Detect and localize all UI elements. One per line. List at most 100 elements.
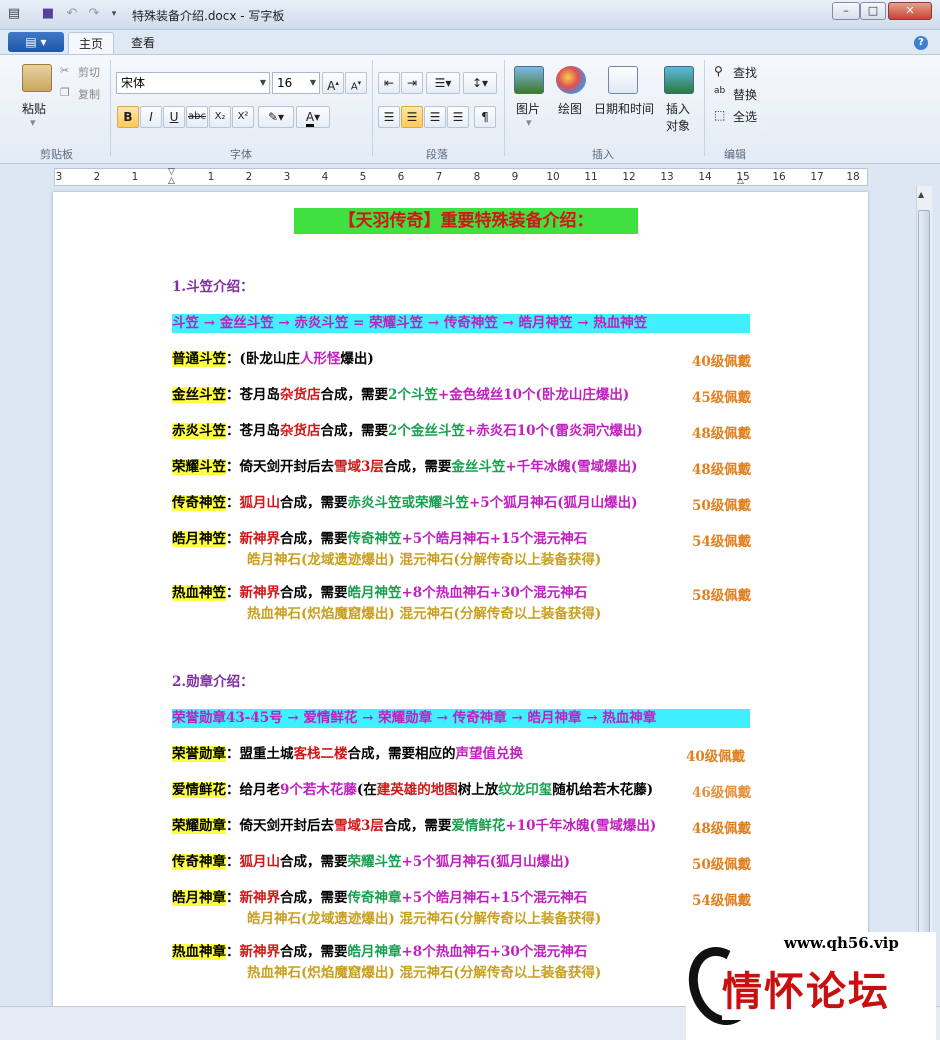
- copy-icon[interactable]: ❐: [60, 86, 70, 99]
- list-item: 传奇神笠：狐月山合成，需要赤炎斗笠或荣耀斗笠+5个狐月神石(狐月山爆出): [172, 495, 638, 511]
- redo-icon[interactable]: ↷: [86, 6, 102, 22]
- superscript-button[interactable]: X²: [232, 106, 254, 128]
- upgrade-chain: 斗笠 → 金丝斗笠 → 赤炎斗笠 = 荣耀斗笠 → 传奇神笠 → 皓月神笠 → …: [172, 314, 750, 333]
- ruler-number: 5: [359, 171, 367, 183]
- item-name: 爱情鲜花: [172, 782, 226, 798]
- paste-button[interactable]: 粘贴: [22, 100, 46, 117]
- bullets-button[interactable]: ☰▾: [426, 72, 460, 94]
- align-right-button[interactable]: ☰: [424, 106, 446, 128]
- clipboard-group-label: 剪贴板: [40, 148, 73, 161]
- help-icon[interactable]: ?: [914, 36, 928, 50]
- decrease-indent-button[interactable]: ⇤: [378, 72, 400, 94]
- ruler-number: 10: [546, 171, 560, 183]
- highlight-color-button[interactable]: ✎▾: [258, 106, 294, 128]
- level-label: 50级佩戴: [692, 857, 752, 873]
- ruler-number: 3: [55, 171, 63, 183]
- maximize-button[interactable]: □: [860, 2, 886, 20]
- ruler-number: 12: [622, 171, 636, 183]
- tab-home[interactable]: 主页: [68, 32, 114, 54]
- note-line: 热血神石(炽焰魔窟爆出) 混元神石(分解传奇以上装备获得): [247, 606, 602, 622]
- calendar-icon[interactable]: [608, 66, 638, 94]
- horizontal-ruler[interactable]: 3 2 1 1 2 3 4 5 6 7 8 9 10 11 12 13 14 1…: [54, 168, 868, 186]
- align-center-button[interactable]: ☰: [401, 106, 423, 128]
- scrollbar-thumb[interactable]: [918, 210, 930, 996]
- paint-icon[interactable]: [556, 66, 586, 94]
- list-item: 传奇神章：狐月山合成，需要荣耀斗笠+5个狐月神石(狐月山爆出): [172, 854, 570, 870]
- ruler-number: 7: [435, 171, 443, 183]
- ruler-number: 17: [810, 171, 824, 183]
- right-indent-marker-icon[interactable]: △: [737, 176, 744, 186]
- ruler-number: 4: [321, 171, 329, 183]
- watermark: www.qh56.vip 情怀论坛: [678, 932, 936, 1040]
- note-line: 热血神石(炽焰魔窟爆出) 混元神石(分解传奇以上装备获得): [247, 965, 602, 981]
- list-item: 金丝斗笠：苍月岛杂货店合成，需要2个斗笠+金色绒丝10个(卧龙山庄爆出): [172, 387, 630, 403]
- level-label: 48级佩戴: [692, 462, 752, 478]
- find-button[interactable]: 查找: [733, 64, 757, 81]
- line-spacing-button[interactable]: ↕▾: [463, 72, 497, 94]
- note-line: 皓月神石(龙域遗迹爆出) 混元神石(分解传奇以上装备获得): [247, 911, 602, 927]
- shrink-font-button[interactable]: A▾: [345, 72, 367, 94]
- cut-icon[interactable]: ✂: [60, 64, 69, 77]
- insert-object-icon[interactable]: [664, 66, 694, 94]
- indent-marker-icon[interactable]: ▽ △: [168, 168, 176, 188]
- copy-button[interactable]: 复制: [78, 86, 100, 102]
- datetime-button[interactable]: 日期和时间: [594, 100, 654, 117]
- font-size-select[interactable]: 16 ▼: [272, 72, 320, 94]
- list-item: 荣耀斗笠：倚天剑开封后去雪域3层合成，需要金丝斗笠+千年冰魄(雪域爆出): [172, 459, 638, 475]
- upgrade-chain: 荣誉勋章43-45号 → 爱情鲜花 → 荣耀勋章 → 传奇神章 → 皓月神章 →…: [172, 709, 750, 728]
- grow-font-button[interactable]: A▴: [322, 72, 344, 94]
- undo-icon[interactable]: ↶: [64, 6, 80, 22]
- app-menu-button[interactable]: ▤ ▾: [8, 32, 64, 52]
- align-left-button[interactable]: ☰: [378, 106, 400, 128]
- picture-button[interactable]: 图片: [516, 100, 540, 117]
- note-line: 皓月神石(龙域遗迹爆出) 混元神石(分解传奇以上装备获得): [247, 552, 602, 568]
- watermark-text: 情怀论坛: [722, 964, 930, 1020]
- paint-button[interactable]: 绘图: [558, 100, 582, 117]
- insert-object-label-2[interactable]: 对象: [666, 117, 690, 134]
- strikethrough-button[interactable]: abc: [186, 106, 208, 128]
- tab-view[interactable]: 查看: [120, 32, 166, 54]
- bold-button[interactable]: B: [117, 106, 139, 128]
- insert-object-label-1[interactable]: 插入: [666, 100, 690, 117]
- font-color-button[interactable]: A▾: [296, 106, 330, 128]
- ruler-number: 14: [698, 171, 712, 183]
- ribbon-separator: [704, 60, 705, 156]
- paste-dropdown-icon[interactable]: ▾: [30, 116, 36, 129]
- ribbon-separator: [110, 60, 111, 156]
- item-name: 传奇神笠: [172, 495, 226, 511]
- insert-group-label: 插入: [592, 148, 614, 161]
- picture-dropdown-icon[interactable]: ▾: [526, 116, 532, 129]
- font-family-select[interactable]: 宋体 ▼: [116, 72, 270, 94]
- scroll-up-icon[interactable]: ▲: [918, 190, 924, 199]
- level-label: 50级佩戴: [692, 498, 752, 514]
- section-heading: 2.勋章介绍：: [172, 674, 254, 690]
- picture-icon[interactable]: [514, 66, 544, 94]
- select-all-button[interactable]: 全选: [733, 108, 757, 125]
- item-name: 热血神章: [172, 944, 226, 960]
- italic-button[interactable]: I: [140, 106, 162, 128]
- replace-icon[interactable]: ab: [714, 86, 725, 96]
- window-title: 特殊装备介绍.docx - 写字板: [132, 9, 285, 23]
- cut-button[interactable]: 剪切: [78, 64, 100, 80]
- paste-icon[interactable]: [22, 64, 52, 92]
- select-all-icon[interactable]: ⬚: [714, 108, 725, 122]
- item-name: 金丝斗笠: [172, 387, 226, 403]
- quick-access-dropdown-icon[interactable]: ▾: [106, 6, 122, 22]
- replace-button[interactable]: 替换: [733, 86, 757, 103]
- minimize-button[interactable]: –: [832, 2, 860, 20]
- increase-indent-button[interactable]: ⇥: [401, 72, 423, 94]
- underline-button[interactable]: U: [163, 106, 185, 128]
- chevron-down-icon: ▼: [259, 78, 266, 87]
- level-label: 45级佩戴: [692, 390, 752, 406]
- save-icon[interactable]: ■: [40, 6, 56, 22]
- wordpad-app-icon[interactable]: ▤: [6, 6, 22, 22]
- binoculars-icon[interactable]: ⚲: [714, 64, 723, 78]
- doc-title: 【天羽传奇】重要特殊装备介绍：: [294, 208, 638, 234]
- paragraph-settings-button[interactable]: ¶: [474, 106, 496, 128]
- close-button[interactable]: ✕: [888, 2, 932, 20]
- subscript-button[interactable]: X₂: [209, 106, 231, 128]
- item-name: 热血神笠: [172, 585, 226, 601]
- ruler-number: 6: [397, 171, 405, 183]
- title-bar: ▤ ■ ↶ ↷ ▾ 特殊装备介绍.docx - 写字板 – □ ✕: [0, 0, 940, 30]
- justify-button[interactable]: ☰: [447, 106, 469, 128]
